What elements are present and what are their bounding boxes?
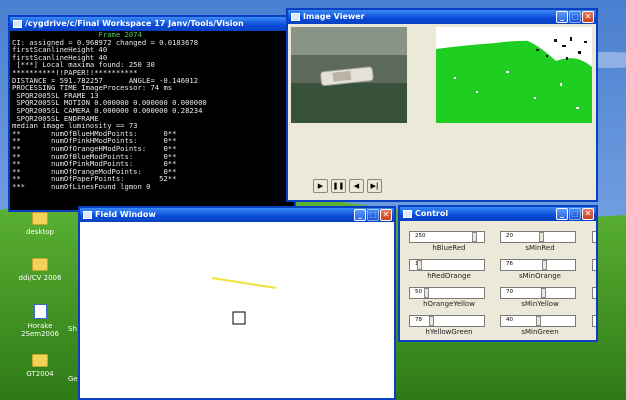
slider-track[interactable]: 20 [500, 231, 576, 243]
desktop-partial-label: Sh [68, 325, 77, 333]
close-button[interactable]: ✕ [380, 209, 392, 221]
slider-label: sMinRed [525, 244, 555, 252]
step-back-button[interactable]: ◀ [349, 179, 364, 193]
desktop-icon-gt2004[interactable]: GT2004 [16, 354, 64, 378]
slider-thumb[interactable] [429, 316, 434, 326]
slider-thumb[interactable] [472, 232, 477, 242]
minimize-button[interactable]: _ [354, 209, 366, 221]
desktop-icon-label: desktop [26, 228, 54, 236]
maximize-button[interactable]: □ [367, 209, 379, 221]
slider-thumb[interactable] [536, 316, 541, 326]
field-window[interactable]: Field Window _ □ ✕ [78, 206, 396, 400]
desktop-icon-label: Horake 2Sem2006 [21, 322, 59, 338]
control-body: 250 hBlueRed 20 sMinRed 16 hRedOrange 76… [400, 221, 596, 340]
play-button[interactable]: ▶ [313, 179, 328, 193]
slider-thumb[interactable] [539, 232, 544, 242]
console-window[interactable]: /cygdrive/c/Final Workspace 17 Janv/Tool… [8, 15, 296, 212]
minimize-button[interactable]: _ [556, 11, 568, 23]
slider-thumb[interactable] [417, 260, 422, 270]
maximize-button[interactable]: □ [569, 208, 581, 220]
field-window-app-icon [83, 211, 92, 219]
segmented-image [436, 27, 592, 123]
slider-label: hOrangeYellow [423, 300, 475, 308]
close-button[interactable]: ✕ [582, 208, 594, 220]
slider-partial[interactable] [592, 315, 596, 327]
document-icon [33, 304, 47, 319]
field-window-buttons: _ □ ✕ [354, 209, 392, 221]
step-back-icon: ◀ [353, 182, 360, 190]
control-title: Control [415, 209, 449, 218]
slider-label: sMinOrange [519, 272, 561, 280]
slider-track[interactable]: 76 [500, 259, 576, 271]
desktop-icon-label: ddi/CV 2006 [18, 274, 62, 282]
image-viewer-window-buttons: _ □ ✕ [556, 11, 594, 23]
console-app-icon [13, 20, 22, 28]
image-viewer-titlebar[interactable]: Image Viewer [288, 10, 596, 24]
desktop-icon-label: GT2004 [26, 370, 54, 378]
slider-track[interactable]: 250 [409, 231, 485, 243]
slider-value: 40 [506, 317, 513, 323]
slider-label: hRedOrange [427, 272, 471, 280]
slider-partial[interactable] [592, 287, 596, 299]
folder-icon [32, 354, 48, 367]
slider-track[interactable]: 78 [409, 315, 485, 327]
slider-label: sMinGreen [521, 328, 559, 336]
camera-image [291, 27, 407, 123]
slider-partial[interactable] [592, 259, 596, 271]
desktop-icon-ddicv[interactable]: ddi/CV 2006 [16, 258, 64, 282]
desktop-icon-horake[interactable]: Horake 2Sem2006 [16, 304, 64, 338]
folder-icon [32, 212, 48, 225]
console-title: /cygdrive/c/Final Workspace 17 Janv/Tool… [25, 19, 244, 28]
slider-thumb[interactable] [541, 288, 546, 298]
field-canvas [80, 222, 394, 398]
maximize-button[interactable]: □ [569, 11, 581, 23]
slider-partial[interactable] [592, 231, 596, 243]
console-output: Frame 2074 CI: assigned = 0.968972 chang… [10, 31, 294, 210]
desktop-partial-label: Ge [68, 375, 78, 383]
control-app-icon [403, 210, 412, 218]
slider-value: 78 [415, 317, 422, 323]
slider-label: hYellowGreen [425, 328, 473, 336]
control-window-buttons: _ □ ✕ [556, 208, 594, 220]
step-forward-button[interactable]: ▶| [367, 179, 382, 193]
playback-controls: ▶ ❚❚ ◀ ▶| [313, 179, 382, 193]
minimize-button[interactable]: _ [556, 208, 568, 220]
image-viewer-title: Image Viewer [303, 12, 365, 21]
slider-track[interactable]: 16 [409, 259, 485, 271]
slider-label: hBlueRed [432, 244, 466, 252]
slider-label: sMinYellow [521, 300, 559, 308]
desktop-icon-desktop[interactable]: desktop [16, 212, 64, 236]
console-line: *** numOfLinesFound lgmon 0 [12, 181, 151, 191]
slider-track[interactable]: 50 [409, 287, 485, 299]
pause-icon: ❚❚ [332, 182, 345, 190]
slider-value: 70 [506, 289, 513, 295]
slider-track[interactable]: 40 [500, 315, 576, 327]
pause-button[interactable]: ❚❚ [331, 179, 346, 193]
image-viewer-app-icon [291, 13, 300, 21]
slider-thumb[interactable] [424, 288, 429, 298]
step-forward-icon: ▶| [370, 182, 379, 190]
slider-thumb[interactable] [542, 260, 547, 270]
console-titlebar[interactable]: /cygdrive/c/Final Workspace 17 Janv/Tool… [10, 17, 294, 31]
play-icon: ▶ [317, 182, 324, 190]
control-window[interactable]: Control _ □ ✕ 250 hBlueRed 20 sMinRed 16… [398, 205, 598, 342]
field-window-titlebar[interactable]: Field Window [80, 208, 394, 222]
slider-track[interactable]: 70 [500, 287, 576, 299]
folder-icon [32, 258, 48, 271]
image-viewer-window[interactable]: Image Viewer _ □ ✕ ▶ ❚❚ ◀ ▶| [286, 8, 598, 202]
slider-value: 20 [506, 233, 513, 239]
close-button[interactable]: ✕ [582, 11, 594, 23]
field-window-title: Field Window [95, 210, 156, 219]
slider-value: 50 [415, 289, 422, 295]
slider-value: 250 [415, 233, 426, 239]
slider-value: 76 [506, 261, 513, 267]
